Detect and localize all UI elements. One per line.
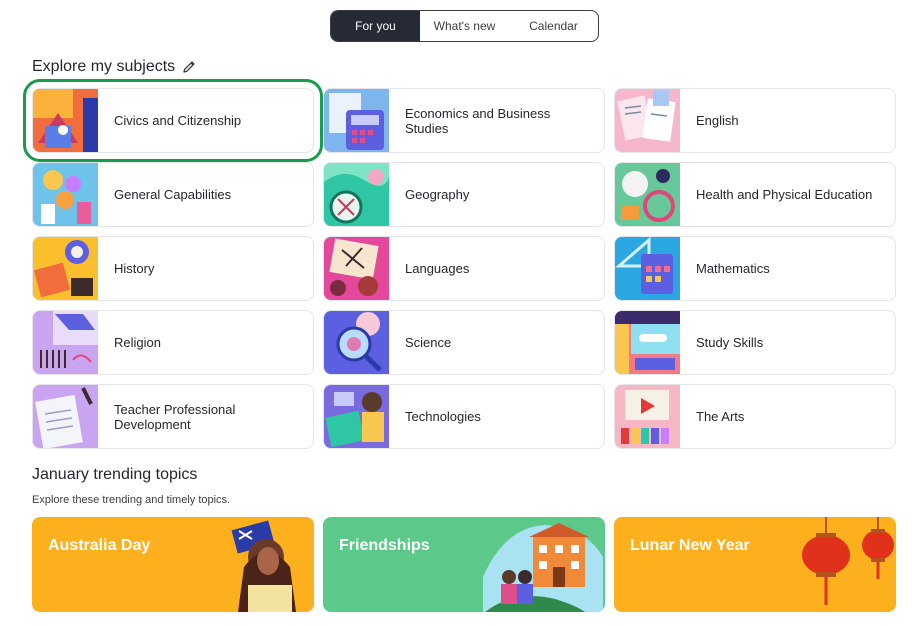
technologies-thumbnail (324, 385, 389, 448)
economics-thumbnail (324, 89, 389, 152)
subject-card-religion[interactable]: Religion (32, 310, 314, 375)
subject-label: Geography (405, 187, 470, 202)
subject-card-mathematics[interactable]: Mathematics (614, 236, 896, 301)
subject-card-languages[interactable]: Languages (323, 236, 605, 301)
subject-card-general-capabilities[interactable]: General Capabilities (32, 162, 314, 227)
tab-for-you[interactable]: For you (331, 11, 420, 41)
general-capabilities-thumbnail (33, 163, 98, 226)
teacher-pd-thumbnail (33, 385, 98, 448)
australia-day-illustration (231, 520, 296, 612)
geography-thumbnail (324, 163, 389, 226)
english-thumbnail (615, 89, 680, 152)
subject-label: Mathematics (696, 261, 770, 276)
tab-whats-new[interactable]: What's new (420, 11, 509, 41)
subject-card-science[interactable]: Science (323, 310, 605, 375)
subject-card-the-arts[interactable]: The Arts (614, 384, 896, 449)
mathematics-thumbnail (615, 237, 680, 300)
banner-title: Friendships (339, 537, 430, 554)
subject-card-english[interactable]: English (614, 88, 896, 153)
history-thumbnail (33, 237, 98, 300)
subject-label: English (696, 113, 739, 128)
banner-australia-day[interactable]: Australia Day (32, 517, 314, 612)
banner-lunar-new-year[interactable]: Lunar New Year (614, 517, 896, 612)
subject-label: General Capabilities (114, 187, 232, 202)
subject-label: Teacher Professional Development (114, 401, 236, 432)
explore-title-text: Explore my subjects (32, 58, 176, 75)
lanterns-illustration (802, 517, 894, 605)
subject-label: Religion (114, 335, 161, 350)
subject-label: Study Skills (696, 335, 764, 350)
subject-label: Health and Physical Education (696, 187, 873, 202)
subject-card-history[interactable]: History (32, 236, 314, 301)
subject-label: Science (405, 335, 452, 350)
science-thumbnail (324, 311, 389, 374)
subject-label: History (114, 261, 155, 276)
the-arts-thumbnail (615, 385, 680, 448)
subject-label: Economics and Business Studies (405, 105, 551, 136)
religion-thumbnail (33, 311, 98, 374)
languages-thumbnail (324, 237, 389, 300)
subject-label: The Arts (696, 409, 745, 424)
subject-card-technologies[interactable]: Technologies (323, 384, 605, 449)
pencil-icon[interactable] (181, 59, 197, 75)
trending-subtitle: Explore these trending and timely topics… (32, 494, 231, 506)
subject-card-civics[interactable]: Civics and Citizenship (23, 79, 323, 162)
study-skills-thumbnail (615, 311, 680, 374)
trending-banners: Australia Day Friendships Lunar New Year (32, 517, 896, 612)
subject-label: Civics and Citizenship (114, 113, 242, 128)
subject-card-teacher-pd[interactable]: Teacher Professional Development (32, 384, 314, 449)
view-tabs: For you What's new Calendar (330, 10, 599, 42)
subject-card-study-skills[interactable]: Study Skills (614, 310, 896, 375)
subject-label: Languages (405, 261, 470, 276)
banner-friendships[interactable]: Friendships (323, 517, 605, 612)
subject-card-health-pe[interactable]: Health and Physical Education (614, 162, 896, 227)
banner-title: Australia Day (48, 537, 151, 554)
subject-card-economics[interactable]: Economics and Business Studies (323, 88, 605, 153)
tab-calendar[interactable]: Calendar (509, 11, 598, 41)
banner-title: Lunar New Year (630, 537, 750, 554)
subjects-grid: Civics and Citizenship Economics and Bus… (23, 79, 896, 449)
friendships-illustration (483, 523, 603, 612)
trending-heading: January trending topics (32, 466, 198, 483)
subject-label: Technologies (405, 409, 481, 424)
subject-card-geography[interactable]: Geography (323, 162, 605, 227)
explore-subjects-heading: Explore my subjects (32, 58, 197, 76)
civics-thumbnail (33, 89, 98, 152)
health-pe-thumbnail (615, 163, 680, 226)
